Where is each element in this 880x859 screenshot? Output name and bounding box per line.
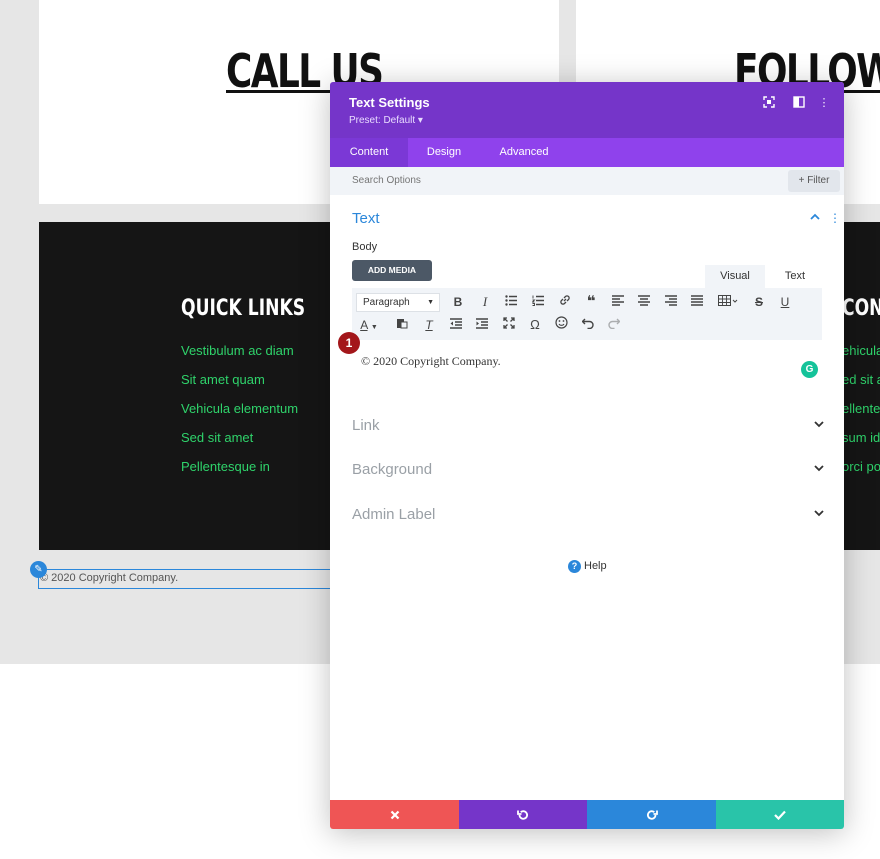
chevron-down-icon bbox=[814, 419, 824, 432]
clear-formatting-icon[interactable]: T bbox=[420, 316, 438, 334]
contact-item[interactable]: ellente bbox=[842, 401, 880, 430]
more-options-icon[interactable]: ⋮ bbox=[817, 96, 831, 110]
section-more-icon[interactable]: ⋮ bbox=[829, 211, 841, 225]
bullet-list-icon[interactable] bbox=[502, 293, 520, 311]
link-section[interactable]: Link bbox=[352, 417, 824, 437]
numbered-list-icon[interactable] bbox=[529, 293, 547, 311]
indent-icon[interactable] bbox=[473, 316, 491, 334]
link-icon[interactable] bbox=[556, 293, 574, 311]
preset-dropdown[interactable]: Preset: Default ▾ bbox=[349, 115, 423, 126]
admin-label-section[interactable]: Admin Label bbox=[352, 506, 824, 526]
outdent-icon[interactable] bbox=[447, 316, 465, 334]
link-section-label: Link bbox=[352, 417, 380, 434]
quick-links-list: Vestibulum ac diam Sit amet quam Vehicul… bbox=[181, 343, 298, 488]
contact-item[interactable]: ehicula bbox=[842, 343, 880, 372]
fullscreen-icon[interactable] bbox=[500, 316, 518, 334]
split-view-icon[interactable] bbox=[792, 96, 806, 110]
modal-tabs: Content Design Advanced bbox=[330, 138, 844, 167]
chevron-down-icon bbox=[814, 508, 824, 521]
modal-header: Text Settings Preset: Default ▾ ⋮ bbox=[330, 82, 844, 138]
underline-icon[interactable]: U bbox=[776, 293, 794, 311]
help-label: Help bbox=[584, 560, 607, 572]
align-right-icon[interactable] bbox=[662, 293, 680, 311]
paragraph-select[interactable]: Paragraph ▼ bbox=[356, 293, 440, 312]
redo-button[interactable] bbox=[587, 800, 716, 829]
contact-item[interactable]: ed sit a bbox=[842, 372, 880, 401]
footer-copyright-text: © 2020 Copyright Company. bbox=[40, 572, 179, 584]
editor-tab-visual[interactable]: Visual bbox=[705, 265, 765, 288]
background-section-label: Background bbox=[352, 461, 433, 478]
paste-text-icon[interactable] bbox=[393, 316, 411, 334]
editor-toolbar: Paragraph ▼ B I ❝ S U A ▼ T Ω bbox=[352, 288, 822, 340]
contact-list: ehicula ed sit a ellente sum id orci po bbox=[842, 343, 880, 488]
pencil-icon[interactable]: ✎ bbox=[30, 561, 47, 578]
filter-button[interactable]: + Filter bbox=[788, 170, 840, 192]
chevron-up-icon[interactable] bbox=[810, 212, 820, 225]
search-options-input[interactable] bbox=[352, 175, 652, 186]
search-row: + Filter bbox=[330, 167, 844, 195]
emoji-icon[interactable] bbox=[552, 316, 570, 334]
text-settings-modal: Text Settings Preset: Default ▾ ⋮ Conten… bbox=[330, 82, 844, 829]
chevron-down-icon bbox=[814, 463, 824, 476]
italic-icon[interactable]: I bbox=[476, 293, 494, 311]
admin-label-section-label: Admin Label bbox=[352, 506, 436, 523]
step-badge: 1 bbox=[338, 332, 360, 354]
grammarly-icon[interactable]: G bbox=[801, 361, 818, 378]
undo-button[interactable] bbox=[459, 800, 587, 829]
editor-tab-text[interactable]: Text bbox=[767, 265, 823, 288]
body-label: Body bbox=[352, 241, 378, 253]
expand-icon[interactable] bbox=[762, 96, 776, 110]
special-character-icon[interactable]: Ω bbox=[526, 316, 544, 334]
tab-design[interactable]: Design bbox=[408, 138, 480, 167]
contact-item[interactable]: sum id bbox=[842, 430, 880, 459]
text-color-icon[interactable]: A ▼ bbox=[356, 316, 382, 334]
modal-title: Text Settings bbox=[349, 95, 430, 110]
tab-advanced[interactable]: Advanced bbox=[480, 138, 568, 167]
editor-content[interactable]: © 2020 Copyright Company. bbox=[361, 354, 501, 369]
background-section[interactable]: Background bbox=[352, 461, 824, 481]
add-media-button[interactable]: ADD MEDIA bbox=[352, 260, 432, 281]
chevron-down-icon: ▼ bbox=[427, 299, 434, 306]
redo-icon[interactable] bbox=[605, 316, 623, 334]
align-left-icon[interactable] bbox=[609, 293, 627, 311]
cancel-button[interactable] bbox=[330, 800, 459, 829]
help-link[interactable]: ? Help bbox=[568, 560, 607, 573]
quick-link-item[interactable]: Vehicula elementum bbox=[181, 401, 298, 430]
quick-links-title: QUICK LINKS bbox=[181, 296, 306, 321]
strikethrough-icon[interactable]: S bbox=[750, 293, 768, 311]
align-justify-icon[interactable] bbox=[688, 293, 706, 311]
quick-link-item[interactable]: Pellentesque in bbox=[181, 459, 298, 488]
undo-icon[interactable] bbox=[579, 316, 597, 334]
quick-link-item[interactable]: Vestibulum ac diam bbox=[181, 343, 298, 372]
paragraph-select-value: Paragraph bbox=[363, 297, 410, 308]
table-icon[interactable] bbox=[716, 293, 740, 311]
bold-icon[interactable]: B bbox=[449, 293, 467, 311]
contact-title: CONTA bbox=[842, 296, 880, 321]
blockquote-icon[interactable]: ❝ bbox=[582, 293, 600, 311]
contact-item[interactable]: orci po bbox=[842, 459, 880, 488]
align-center-icon[interactable] bbox=[635, 293, 653, 311]
save-button[interactable] bbox=[716, 800, 844, 829]
help-icon: ? bbox=[568, 560, 581, 573]
modal-action-bar bbox=[330, 800, 844, 829]
tab-content[interactable]: Content bbox=[330, 138, 408, 167]
quick-link-item[interactable]: Sit amet quam bbox=[181, 372, 298, 401]
text-section-title[interactable]: Text bbox=[352, 210, 380, 227]
quick-link-item[interactable]: Sed sit amet bbox=[181, 430, 298, 459]
